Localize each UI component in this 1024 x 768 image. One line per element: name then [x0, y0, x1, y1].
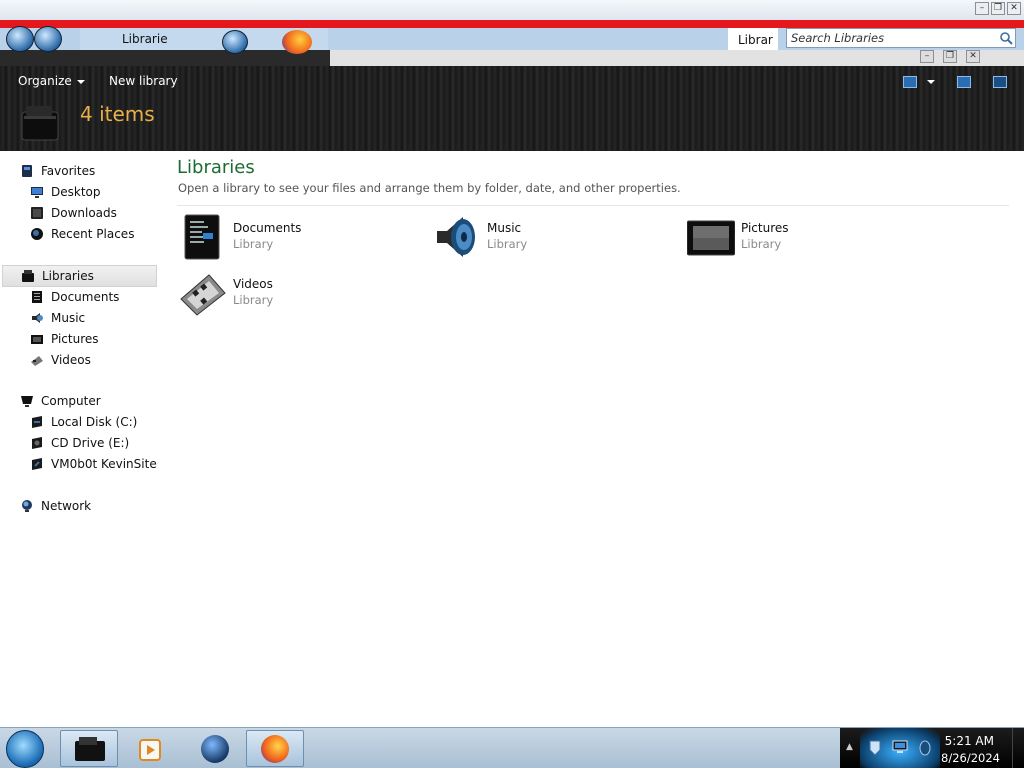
nav-computer[interactable]: Computer	[20, 391, 101, 411]
downloads-icon	[31, 207, 43, 219]
videos-library-icon	[180, 274, 226, 316]
taskbar-browser-button[interactable]	[186, 730, 244, 767]
preview-pane-icon[interactable]	[957, 76, 971, 88]
action-center-icon[interactable]	[868, 740, 882, 756]
library-type: Library	[233, 237, 274, 251]
minimize-button[interactable]: –	[975, 2, 989, 15]
search-input[interactable]: Search Libraries	[786, 28, 1016, 48]
browser-tab-strip: Librarie Librar Search Libraries – ❐ ✕	[0, 20, 1024, 66]
library-name: Music	[487, 221, 522, 235]
firefox-icon	[261, 735, 289, 763]
library-tile-music[interactable]: Music Library	[433, 213, 673, 263]
nav-desktop[interactable]: Desktop	[30, 182, 101, 202]
library-tile-pictures[interactable]: Pictures Library	[687, 213, 927, 263]
divider	[177, 205, 1009, 206]
nav-local-disk[interactable]: Local Disk (C:)	[30, 412, 137, 432]
library-type: Library	[233, 293, 274, 307]
library-name: Pictures	[741, 221, 789, 235]
nav-videos[interactable]: Videos	[30, 350, 91, 370]
navigation-pane: Favorites Desktop Downloads Recent Place…	[0, 151, 165, 727]
media-player-icon	[139, 739, 161, 761]
explorer-icon	[75, 737, 105, 761]
address-bar[interactable]: Librar	[728, 28, 778, 50]
globe-icon	[201, 735, 229, 763]
cd-drive-icon	[32, 437, 42, 449]
favorites-icon	[22, 165, 32, 177]
recent-places-icon	[31, 228, 43, 240]
inner-minimize-button[interactable]: –	[920, 50, 934, 63]
item-count: 4 items	[80, 102, 155, 126]
library-type: Library	[487, 237, 528, 251]
volume-icon[interactable]	[918, 740, 932, 756]
hard-drive-icon	[32, 416, 42, 428]
organize-menu[interactable]: Organize	[18, 74, 85, 88]
search-icon[interactable]	[999, 31, 1013, 45]
page-description: Open a library to see your files and arr…	[178, 181, 681, 195]
start-button[interactable]	[6, 730, 44, 768]
nav-cd-drive[interactable]: CD Drive (E:)	[30, 433, 129, 453]
show-hidden-icons-icon[interactable]: ▲	[846, 742, 853, 752]
network-tray-icon[interactable]	[892, 740, 908, 754]
clock-time[interactable]: 5:21 AM	[945, 734, 994, 748]
chevron-down-icon	[76, 79, 85, 84]
nav-libraries[interactable]: Libraries	[2, 265, 157, 287]
firefox-icon	[282, 30, 312, 54]
nav-network-drive[interactable]: VM0b0t KevinSite	[30, 454, 157, 474]
back-icon[interactable]	[6, 26, 34, 52]
libraries-folder-icon	[21, 106, 59, 141]
help-icon[interactable]	[993, 76, 1007, 88]
nav-music[interactable]: Music	[30, 308, 85, 328]
library-type: Library	[741, 237, 782, 251]
show-desktop-button[interactable]	[1012, 728, 1024, 768]
inner-close-button[interactable]: ✕	[966, 50, 980, 63]
title-bar: – ❐ ✕	[0, 0, 1024, 20]
libraries-icon	[22, 270, 34, 282]
tab-label: Librarie	[122, 32, 168, 46]
new-library-button[interactable]: New library	[109, 74, 178, 88]
globe-icon	[222, 30, 248, 54]
restore-button[interactable]: ❐	[991, 2, 1005, 15]
taskbar-firefox-button[interactable]	[246, 730, 304, 767]
documents-icon	[32, 291, 42, 303]
nav-network[interactable]: Network	[20, 496, 91, 516]
desktop-icon	[31, 187, 43, 198]
libraries-view: Libraries Open a library to see your fil…	[165, 151, 1024, 727]
clock-date[interactable]: 8/26/2024	[941, 751, 1000, 765]
view-icon[interactable]	[903, 76, 917, 88]
command-bar: Organize New library 4 items	[0, 66, 1024, 151]
nav-recent-places[interactable]: Recent Places	[30, 224, 134, 244]
nav-documents[interactable]: Documents	[30, 287, 119, 307]
library-name: Videos	[233, 277, 273, 291]
inner-restore-button[interactable]: ❐	[943, 50, 957, 63]
system-tray: ▲ 5:21 AM 8/26/2024	[840, 728, 1024, 768]
close-button[interactable]: ✕	[1007, 2, 1021, 15]
network-drive-icon	[32, 458, 42, 470]
taskbar-media-player-button[interactable]	[124, 730, 182, 767]
nav-downloads[interactable]: Downloads	[30, 203, 117, 223]
taskbar: ▲ 5:21 AM 8/26/2024	[0, 727, 1024, 768]
music-icon	[32, 313, 43, 323]
view-options-chevron-icon[interactable]	[927, 80, 935, 84]
library-tile-videos[interactable]: Videos Library	[179, 269, 419, 319]
library-tile-documents[interactable]: Documents Library	[179, 213, 419, 263]
videos-icon	[31, 356, 43, 366]
page-title: Libraries	[177, 157, 255, 178]
forward-icon[interactable]	[34, 26, 62, 52]
pictures-icon	[31, 335, 43, 344]
documents-library-icon	[184, 214, 220, 260]
music-library-icon	[437, 217, 475, 257]
taskbar-explorer-button[interactable]	[60, 730, 118, 767]
library-name: Documents	[233, 221, 302, 235]
nav-favorites[interactable]: Favorites	[20, 161, 95, 181]
pictures-library-icon	[687, 220, 735, 256]
nav-pictures[interactable]: Pictures	[30, 329, 99, 349]
computer-icon	[21, 396, 33, 407]
network-icon	[22, 500, 32, 512]
